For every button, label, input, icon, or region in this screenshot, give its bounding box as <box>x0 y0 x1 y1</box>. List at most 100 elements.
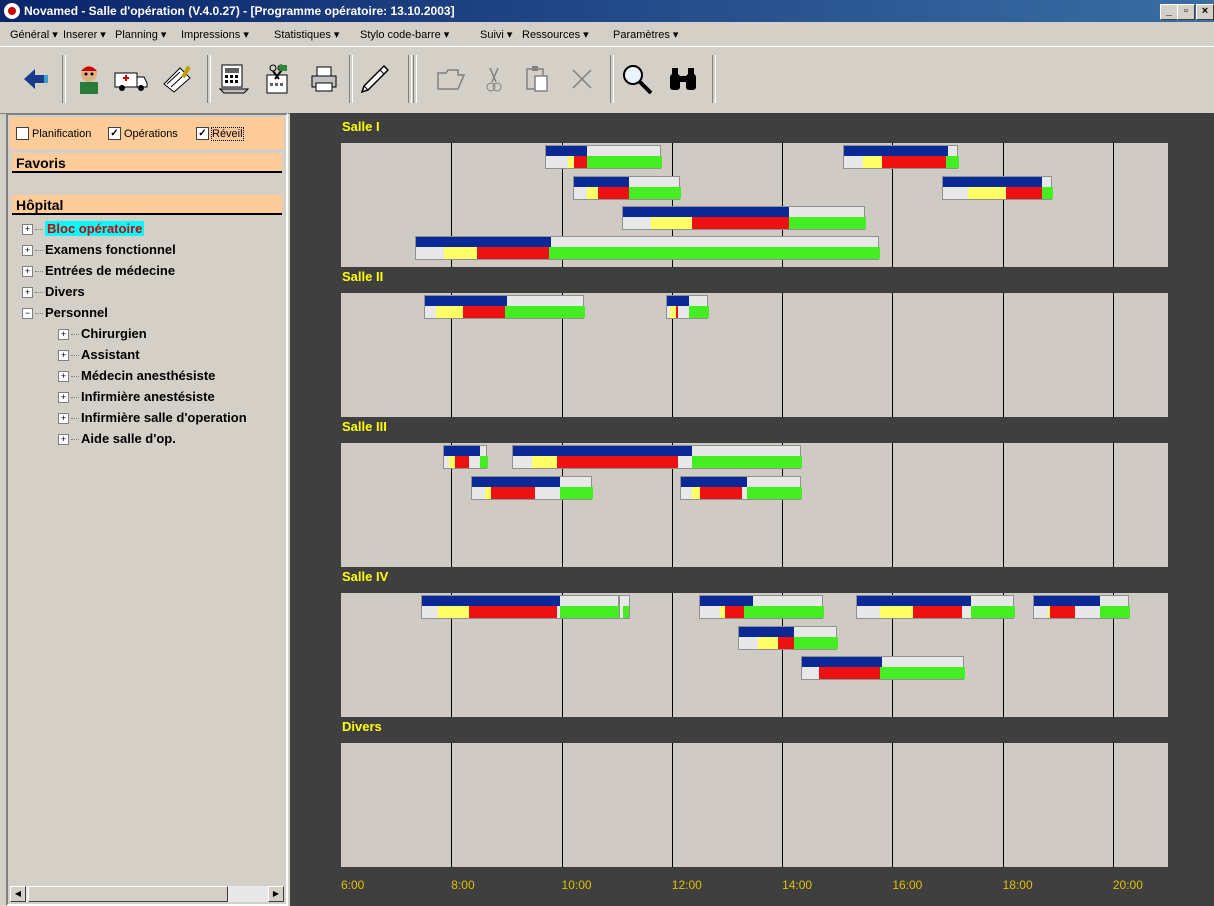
planned-segment <box>857 596 971 606</box>
scissors-icon[interactable] <box>475 59 513 99</box>
hopital-header[interactable]: Hôpital <box>12 195 282 215</box>
room-lane-divers[interactable] <box>341 743 1168 867</box>
horizontal-scrollbar[interactable]: ◀ ▶ <box>10 886 284 902</box>
operation-block[interactable] <box>1032 595 1131 619</box>
room-lane-salle-3[interactable] <box>341 443 1168 567</box>
menu-stylo-code-barre[interactable]: Stylo code-barre ▾ <box>360 28 449 41</box>
checkbox-box[interactable]: ✓ <box>196 127 209 140</box>
planned-segment <box>700 596 753 606</box>
scroll-left-icon[interactable]: ◀ <box>10 886 26 902</box>
operation-block[interactable] <box>622 206 866 230</box>
expand-icon[interactable]: + <box>58 413 69 425</box>
collapse-icon[interactable]: − <box>22 308 33 320</box>
minimize-button[interactable]: _ <box>1160 4 1178 20</box>
expand-icon[interactable]: + <box>58 329 69 341</box>
operation-segment <box>882 156 946 168</box>
menu-general[interactable]: Général ▾ <box>10 28 58 41</box>
tree-item-entrees[interactable]: + Entrées de médecine <box>22 261 175 281</box>
operation-block[interactable] <box>423 295 585 319</box>
paste-icon[interactable] <box>518 59 556 99</box>
hour-gridline <box>782 293 783 417</box>
expand-icon[interactable]: + <box>58 392 69 404</box>
operation-segment <box>468 606 557 618</box>
operation-block[interactable] <box>680 476 803 500</box>
operation-block[interactable] <box>470 476 593 500</box>
expand-icon[interactable]: + <box>58 350 69 362</box>
operation-block[interactable] <box>544 145 662 169</box>
expand-icon[interactable]: + <box>22 266 33 278</box>
menu-impressions[interactable]: Impressions ▾ <box>181 28 249 41</box>
app-icon[interactable] <box>4 3 20 19</box>
room-lane-salle-4[interactable] <box>341 593 1168 717</box>
room-label: Divers <box>342 719 382 734</box>
binoculars-icon[interactable] <box>664 59 702 99</box>
tree-item-bloc-operatoire[interactable]: + Bloc opératoire <box>22 219 145 239</box>
checkbox-box[interactable] <box>16 127 29 140</box>
room-lane-salle-1[interactable] <box>341 143 1168 267</box>
operation-segment <box>777 637 795 649</box>
operation-block[interactable] <box>666 295 709 319</box>
operation-block[interactable] <box>737 626 839 650</box>
operation-block[interactable] <box>415 236 880 260</box>
search-icon[interactable] <box>618 59 656 99</box>
menu-planning[interactable]: Planning ▾ <box>115 28 166 41</box>
time-label: 12:00 <box>671 878 702 892</box>
menu-parametres[interactable]: Paramètres ▾ <box>613 28 678 41</box>
menu-suivi[interactable]: Suivi ▾ <box>480 28 512 41</box>
planification-checkbox[interactable]: Planification <box>16 127 91 140</box>
calculator-icon[interactable] <box>215 59 253 99</box>
planned-segment <box>1033 596 1101 606</box>
operation-block[interactable] <box>572 176 682 200</box>
operation-block[interactable] <box>801 656 965 680</box>
tree-item-chirurgien[interactable]: + Chirurgien <box>58 324 147 344</box>
scroll-right-icon[interactable]: ▶ <box>268 886 284 902</box>
clipboard-icon[interactable] <box>158 59 196 99</box>
time-label: 6:00 <box>341 878 365 892</box>
room-lane-salle-2[interactable] <box>341 293 1168 417</box>
operation-block[interactable] <box>699 595 825 619</box>
operation-block[interactable] <box>442 445 489 469</box>
favoris-header[interactable]: Favoris <box>12 153 282 173</box>
preparation-segment <box>650 217 693 229</box>
pen-icon[interactable] <box>356 59 394 99</box>
operation-block[interactable] <box>856 595 1015 619</box>
back-icon[interactable] <box>18 59 56 99</box>
open-folder-icon[interactable] <box>432 59 470 99</box>
tree-item-medecin-anesthesiste[interactable]: + Médecin anesthésiste <box>58 366 215 386</box>
expand-icon[interactable]: + <box>22 287 33 299</box>
printer-icon[interactable] <box>305 59 343 99</box>
tree-item-divers[interactable]: + Divers <box>22 282 85 302</box>
delete-icon[interactable] <box>563 59 601 99</box>
tree-item-aide-salle[interactable]: + Aide salle d'op. <box>58 429 176 449</box>
expand-icon[interactable]: + <box>22 224 33 236</box>
menu-ressources[interactable]: Ressources ▾ <box>522 28 589 41</box>
scroll-thumb[interactable] <box>28 886 228 902</box>
toolbar <box>0 46 1214 114</box>
close-button[interactable]: × <box>1196 4 1214 20</box>
operation-block[interactable] <box>941 176 1054 200</box>
tree-item-infirmiere-anestesiste[interactable]: + Infirmière anestésiste <box>58 387 215 407</box>
tree-item-examens[interactable]: + Examens fonctionnel <box>22 240 176 260</box>
time-label: 20:00 <box>1112 878 1143 892</box>
preparation-segment <box>758 637 778 649</box>
menu-statistiques[interactable]: Statistiques ▾ <box>274 28 339 41</box>
expand-icon[interactable]: + <box>58 371 69 383</box>
expand-icon[interactable]: + <box>58 434 69 446</box>
operation-block[interactable] <box>420 595 621 619</box>
tools-icon[interactable] <box>258 59 296 99</box>
operation-block[interactable] <box>619 595 631 619</box>
operation-block[interactable] <box>511 445 803 469</box>
tree-item-personnel[interactable]: − Personnel <box>22 303 108 323</box>
ambulance-icon[interactable] <box>112 59 150 99</box>
reveil-checkbox[interactable]: ✓ Réveil <box>196 126 244 141</box>
tree-item-infirmiere-salle[interactable]: + Infirmière salle d'operation <box>58 408 247 428</box>
maximize-button[interactable]: ▫ <box>1177 4 1195 20</box>
operation-block[interactable] <box>842 145 960 169</box>
tree-item-assistant[interactable]: + Assistant <box>58 345 140 365</box>
recovery-segment <box>628 187 682 199</box>
operations-checkbox[interactable]: ✓ Opérations <box>108 127 178 140</box>
patient-icon[interactable] <box>70 59 108 99</box>
menu-inserer[interactable]: Inserer ▾ <box>63 28 106 41</box>
expand-icon[interactable]: + <box>22 245 33 257</box>
checkbox-box[interactable]: ✓ <box>108 127 121 140</box>
